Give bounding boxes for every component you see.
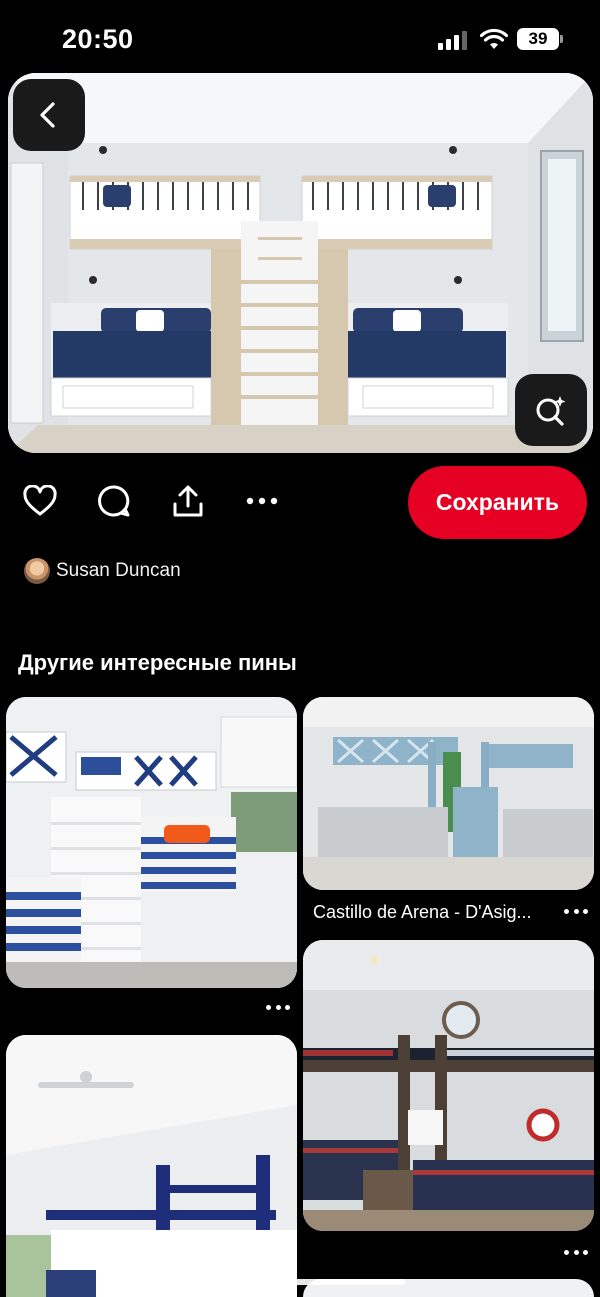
lens-search-icon	[536, 396, 566, 426]
section-title: Другие интересные пины	[18, 650, 297, 675]
pin-more-icon[interactable]	[564, 907, 588, 915]
pin-hero-image[interactable]	[8, 73, 593, 453]
status-bar: 20:50 39	[0, 0, 600, 80]
more-dots-icon[interactable]	[244, 483, 280, 519]
status-time: 20:50	[62, 24, 134, 54]
pin-card[interactable]	[6, 697, 297, 988]
author-name: Susan Duncan	[56, 560, 181, 581]
heart-icon[interactable]	[22, 483, 58, 519]
pin-more-icon[interactable]	[564, 1248, 588, 1256]
battery-indicator: 39	[517, 28, 563, 50]
share-icon[interactable]	[170, 483, 206, 519]
chevron-left-icon	[40, 102, 55, 128]
author-link[interactable]: Susan Duncan	[24, 557, 181, 585]
pin-image	[303, 940, 594, 1231]
pin-action-row: Сохранить	[0, 465, 600, 541]
avatar	[24, 558, 50, 584]
back-button[interactable]	[13, 79, 85, 151]
pin-caption[interactable]: Castillo de Arena - D'Asig...	[313, 902, 532, 923]
pin-image	[6, 1035, 297, 1297]
comment-icon[interactable]	[96, 483, 132, 519]
pin-card[interactable]	[303, 697, 594, 890]
pin-more-icon[interactable]	[266, 1003, 290, 1011]
pin-image	[6, 697, 297, 988]
pin-image	[303, 697, 594, 890]
pin-card[interactable]	[6, 1035, 297, 1297]
visual-search-button[interactable]	[515, 374, 587, 446]
pin-card[interactable]	[303, 940, 594, 1231]
wifi-icon	[480, 28, 508, 49]
cellular-signal-icon	[438, 30, 468, 50]
home-indicator	[195, 1279, 405, 1285]
bunk-room-illustration	[8, 73, 593, 453]
save-button[interactable]: Сохранить	[408, 466, 587, 539]
